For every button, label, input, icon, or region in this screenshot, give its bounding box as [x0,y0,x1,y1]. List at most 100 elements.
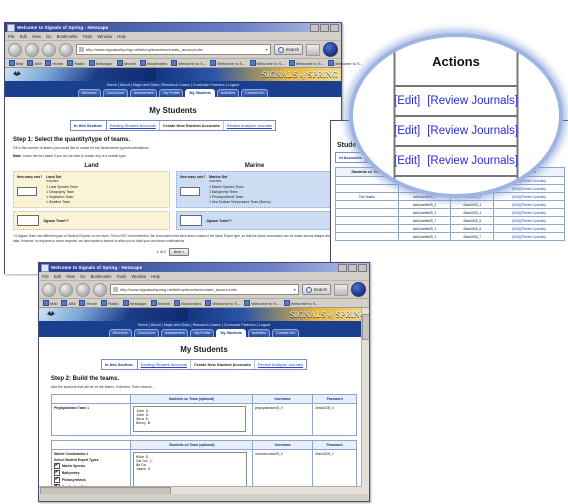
edit-link[interactable]: [Edit] [512,203,519,207]
menu-tools[interactable]: Tools [117,274,127,279]
tab-contact-info[interactable]: Contact Info [272,329,300,337]
bookmark-home[interactable]: Home [79,300,97,306]
back-button[interactable] [42,282,56,297]
marine-jigsaw-input[interactable] [180,215,202,227]
table-row[interactable]: sstlvsettxt05_0 4hsw0205_1 [Edit] [Review … [335,184,565,193]
review-journals-link[interactable]: [Review Journals] [521,195,546,199]
window3-controls[interactable] [338,263,367,272]
menu-tools[interactable]: Tools [83,34,93,39]
reload-button[interactable] [76,282,90,297]
in-this-section-bar[interactable]: In this Section: Existing Student Accoun… [100,359,308,370]
edit-link[interactable]: [Edit] [512,235,519,239]
link-create-new-student-accounts[interactable]: Create New Student Accounts [191,360,255,369]
bookmark-item[interactable]: Welcome to S... [210,60,246,66]
tab-contact-info[interactable]: Contact Info [241,89,269,97]
bookmark-aim[interactable]: AIM [27,60,41,66]
maximize-icon[interactable] [320,23,329,32]
menu-file[interactable]: File [42,274,49,279]
edit-link[interactable]: [Edit] [512,219,519,223]
menu-window[interactable]: Window [97,34,112,39]
cell-actions[interactable]: [Edit] [Review Journals] [493,192,565,201]
forward-button[interactable] [25,42,39,57]
menu-go[interactable]: Go [80,274,86,279]
bookmark-item[interactable]: Welcome to S... [288,60,324,66]
link-review-analysis-journals[interactable]: Review Analysis Journals [224,121,275,130]
edit-link[interactable]: [Edit] [512,227,519,231]
in-this-section-bar[interactable]: In this Section: Existing Student Accoun… [69,120,277,131]
subnav-links[interactable]: Home | About | Maps and Data | Research … [107,83,240,87]
cell-actions[interactable]: [Edit] [Review Journals] [493,176,565,185]
bookmark-radio[interactable]: Radio [67,60,85,66]
tab-curriculum[interactable]: Curriculum [102,89,128,97]
netscape-logo-icon[interactable] [351,282,366,297]
edit-link[interactable]: [Edit] [512,211,519,215]
magnified-review-journals-link[interactable]: [Review Journals] [427,95,518,107]
bookmark-netscape[interactable]: Netscape [88,60,113,66]
minimize-icon[interactable] [310,23,319,32]
link-existing-student-accounts[interactable]: Existing Student Accounts [107,121,160,130]
stop-button[interactable] [93,282,107,297]
cell-actions[interactable]: [Edit] [Review Journals] [493,232,565,241]
table-row[interactable]: Two Teams amb/vsettxt05_1 4hsw0205_2 [Edit]… [335,192,565,201]
bookmark-radio[interactable]: Radio [101,300,119,306]
table-row[interactable]: amb/vsettxt05_1 4hsw0205_7 [Edit] [Review … [335,232,565,241]
link-create-new-student-accounts[interactable]: Create New Student Accounts [160,121,224,130]
menu-help[interactable]: Help [117,34,126,39]
window1-navbar[interactable]: http://www.signalsofspring.net/teleop/te… [5,41,341,59]
scrollbar-thumb[interactable] [362,314,369,340]
review-journals-link[interactable]: [Review Journals] [521,187,546,191]
review-journals-link[interactable]: [Review Journals] [521,227,546,231]
table-row[interactable]: amb/vsettxt05_1 4hsw0205_6 [Edit] [Review … [335,224,565,233]
review-journals-link[interactable]: [Review Journals] [521,235,546,239]
bookmark-item[interactable]: Welcome to S... [283,300,319,306]
magnified-edit-link[interactable]: [Edit] [394,95,420,107]
bookmark-item[interactable]: Welcome to S... [244,300,280,306]
menu-file[interactable]: File [8,34,15,39]
browser-window-1[interactable]: Welcome to Signals of Spring - Netscape … [4,22,363,274]
vertical-scrollbar[interactable] [361,308,369,494]
land-jigsaw-input[interactable] [17,215,39,227]
print-icon[interactable] [334,283,348,296]
address-bar[interactable]: http://www.signalsofspring.net/teleop/te… [110,284,299,295]
address-bar[interactable]: http://www.signalsofspring.net/teleop/te… [76,44,271,55]
search-button[interactable]: Search [301,284,331,295]
window1-bookmarks-bar[interactable]: Mail AIM Home Radio Netscape Search Book… [5,59,363,68]
checkbox-bathymetry[interactable]: Bathymetry [54,470,128,477]
close-icon[interactable] [358,263,367,272]
window3-navbar[interactable]: http://www.signalsofspring.net/teleop/te… [39,281,369,299]
menu-help[interactable]: Help [151,274,160,279]
link-existing-student-accounts[interactable]: Existing Student Accounts [138,360,191,369]
tab-activities[interactable]: Activities [216,89,240,97]
review-journals-link[interactable]: [Review Journals] [521,219,546,223]
menu-edit[interactable]: Edit [54,274,61,279]
table-row[interactable]: sstlvsettxt05_0 4hsw0205_0 [Edit] [Review … [335,176,565,185]
menu-bookmarks[interactable]: Bookmarks [91,274,112,279]
site-subnav[interactable]: Home | About | Maps and Data | Research … [5,81,341,89]
review-journals-link[interactable]: [Review Journals] [521,179,546,183]
students-cell[interactable]: John D. John S. Sara E. Becky B. [130,403,253,437]
cell-actions[interactable]: [Edit] [Review Journals] [493,224,565,233]
maximize-icon[interactable] [348,263,357,272]
site-tabs[interactable]: Welcome Curriculum Assessment My Profile… [39,329,369,337]
minimize-icon[interactable] [338,263,347,272]
window2-in-this-section[interactable]: nt Accounts Create New Student Accounts [335,152,427,163]
tab-curriculum[interactable]: Curriculum [133,329,159,337]
magnified-actions-row[interactable]: [Edit] [Review Journals] [394,87,518,117]
marine-qty-input[interactable] [180,187,200,197]
edit-link[interactable]: [Edit] [512,187,519,191]
bookmark-mail[interactable]: Mail [43,300,57,306]
tab-welcome[interactable]: Welcome [108,329,132,337]
next-button[interactable]: Next > [168,248,190,257]
site-subnav[interactable]: Home | About | Maps and Data | Research … [39,321,369,329]
window2-create-accounts-link[interactable]: Create New Student Accounts [366,153,425,162]
cell-actions[interactable]: [Edit] [Review Journals] [493,184,565,193]
tab-assessment[interactable]: Assessment [160,329,189,337]
tab-my-students[interactable]: My Students [185,89,215,97]
tab-assessment[interactable]: Assessment [129,89,158,97]
menu-view[interactable]: View [66,274,75,279]
tab-activities[interactable]: Activities [247,329,271,337]
checkbox-photosynthesis[interactable]: Photosynthesis [54,477,128,484]
reload-button[interactable] [42,42,56,57]
table-row[interactable]: amb/vsettxt05_7 4hsw0205_5 [Edit] [Review … [335,216,565,225]
menu-view[interactable]: View [32,34,41,39]
